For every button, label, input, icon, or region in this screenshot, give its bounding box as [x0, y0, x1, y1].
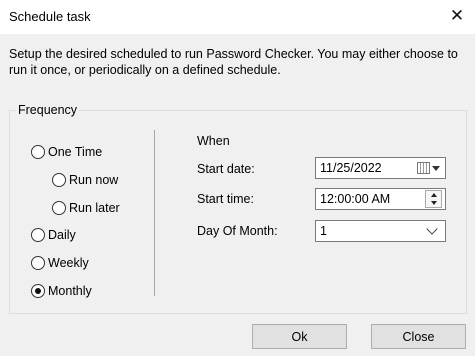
group-divider — [154, 130, 155, 296]
calendar-icon[interactable] — [417, 162, 430, 174]
radio-weekly[interactable]: Weekly — [31, 256, 89, 270]
radio-label: Run now — [69, 173, 119, 187]
spin-up-icon[interactable] — [426, 191, 441, 199]
radio-run-now[interactable]: Run now — [52, 173, 118, 187]
radio-daily[interactable]: Daily — [31, 228, 76, 242]
radio-label: Run later — [69, 201, 120, 215]
day-of-month-value: 1 — [320, 224, 327, 238]
ok-button[interactable]: Ok — [252, 324, 347, 349]
radio-button[interactable] — [31, 145, 45, 159]
radio-button[interactable] — [31, 228, 45, 242]
close-button[interactable]: Close — [371, 324, 466, 349]
radio-label: One Time — [48, 145, 103, 159]
when-heading: When — [197, 134, 230, 148]
radio-button-selected[interactable] — [31, 284, 45, 298]
schedule-task-dialog: Schedule task ✕ Setup the desired schedu… — [0, 0, 475, 356]
close-icon[interactable]: ✕ — [443, 2, 471, 30]
day-of-month-label: Day Of Month: — [197, 224, 278, 238]
window-title: Schedule task — [9, 9, 91, 24]
frequency-legend: Frequency — [16, 103, 80, 117]
spin-down-icon[interactable] — [426, 199, 441, 207]
radio-button[interactable] — [52, 173, 66, 187]
description-text: Setup the desired scheduled to run Passw… — [9, 47, 458, 77]
radio-monthly[interactable]: Monthly — [31, 284, 92, 298]
radio-button[interactable] — [52, 201, 66, 215]
start-time-spinner[interactable]: 12:00:00 AM — [315, 188, 446, 210]
radio-run-later[interactable]: Run later — [52, 201, 120, 215]
radio-label: Weekly — [48, 256, 89, 270]
start-time-label: Start time: — [197, 192, 254, 206]
chevron-down-icon[interactable] — [426, 223, 438, 235]
radio-label: Daily — [48, 228, 76, 242]
start-date-label: Start date: — [197, 162, 255, 176]
start-date-value: 11/25/2022 — [320, 161, 382, 175]
title-bar: Schedule task ✕ — [0, 0, 475, 34]
radio-label: Monthly — [48, 284, 92, 298]
start-time-value: 12:00:00 AM — [320, 192, 391, 206]
radio-one-time[interactable]: One Time — [31, 145, 102, 159]
chevron-down-icon[interactable] — [432, 165, 440, 171]
day-of-month-select[interactable]: 1 — [315, 220, 446, 242]
start-date-picker[interactable]: 11/25/2022 — [315, 157, 446, 179]
spinner-arrows-icon[interactable] — [425, 190, 442, 208]
radio-button[interactable] — [31, 256, 45, 270]
